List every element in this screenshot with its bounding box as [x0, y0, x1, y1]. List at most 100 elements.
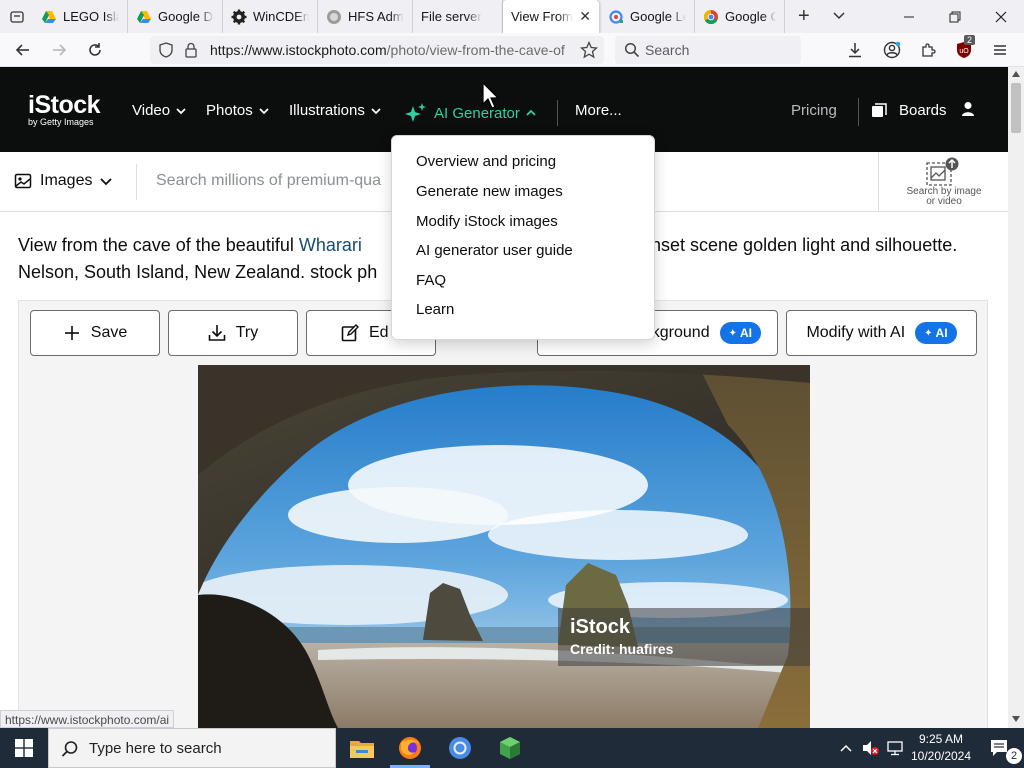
tab-label: LEGO Islan — [63, 9, 119, 24]
arrow-right-icon — [53, 44, 67, 56]
navigation-toolbar: https://www.istockphoto.com/photo/view-f… — [0, 33, 1024, 67]
chevron-down-icon — [371, 107, 381, 114]
close-tab-icon[interactable]: ✕ — [575, 8, 591, 25]
close-window-button[interactable] — [978, 0, 1024, 33]
restore-icon — [949, 11, 961, 22]
browser-tab[interactable]: LEGO Islan — [33, 0, 128, 33]
title-location-link[interactable]: Wharari — [299, 235, 362, 255]
address-bar[interactable]: https://www.istockphoto.com/photo/view-f… — [150, 36, 604, 64]
scroll-up-icon[interactable] — [1011, 70, 1021, 78]
download-icon — [849, 43, 861, 58]
chrome-taskbar-button[interactable] — [436, 728, 484, 768]
menu-item-learn[interactable]: Learn — [416, 301, 454, 318]
browser-tab[interactable]: Google Ch — [695, 0, 785, 33]
url-text: https://www.istockphoto.com/photo/view-f… — [210, 42, 570, 58]
browser-tab[interactable]: Google Le — [600, 0, 695, 33]
nav-illustrations[interactable]: Illustrations — [289, 102, 381, 119]
scrollbar-thumb[interactable] — [1011, 83, 1021, 133]
arrow-left-icon — [15, 44, 29, 56]
istock-logo[interactable]: iStock by Getty Images — [28, 91, 101, 127]
reload-icon — [89, 43, 101, 56]
firefox-taskbar-button[interactable] — [386, 728, 434, 768]
user-account-button[interactable] — [961, 101, 975, 122]
save-button[interactable]: Save — [30, 310, 160, 356]
3d-app-taskbar-button[interactable] — [486, 728, 534, 768]
show-hidden-icons-icon[interactable] — [840, 743, 852, 753]
new-tab-button[interactable]: + — [798, 6, 810, 26]
nav-video[interactable]: Video — [132, 102, 186, 119]
notifications-button[interactable]: 2 — [976, 728, 1024, 768]
modify-with-ai-button[interactable]: Modify with AI ✦ AI — [786, 310, 977, 356]
nav-divider — [557, 100, 558, 126]
taskbar-search-placeholder: Type here to search — [89, 740, 222, 757]
menu-button[interactable] — [987, 37, 1013, 63]
windows-logo-icon — [15, 739, 33, 757]
browser-tab[interactable]: Google Dr — [128, 0, 223, 33]
modify-label: Modify with AI — [806, 324, 906, 341]
search-by-image-line2: or video — [926, 196, 962, 207]
back-button[interactable] — [10, 37, 36, 63]
system-clock[interactable]: 9:25 AM 10/20/2024 — [910, 731, 972, 765]
list-all-tabs-button[interactable] — [832, 9, 846, 28]
nav-ai-generator[interactable]: AI Generator — [404, 102, 536, 124]
chrome-icon — [703, 9, 718, 24]
watermark-credit: iStock Credit: huafires — [558, 608, 810, 666]
hfs-icon — [327, 9, 341, 24]
account-button[interactable] — [879, 37, 905, 63]
media-type-select[interactable]: Images — [14, 172, 113, 190]
folder-icon — [350, 741, 374, 758]
clock-date: 10/20/2024 — [910, 749, 972, 763]
forward-button[interactable] — [46, 37, 72, 63]
chevron-down-icon — [176, 107, 186, 114]
browser-tab[interactable]: WinCDEm — [223, 0, 318, 33]
nav-photos[interactable]: Photos — [206, 102, 269, 119]
tab-label: View From — [511, 9, 573, 24]
start-button[interactable] — [0, 728, 48, 768]
chevron-up-icon — [526, 109, 536, 116]
firefox-icon — [399, 737, 421, 759]
logo-main-text: iStock — [28, 91, 101, 119]
tab-list-button[interactable] — [0, 0, 33, 33]
image-search-icon — [926, 157, 959, 186]
windows-taskbar: Type here to search 9:25 AM 10/20/2024 2 — [0, 728, 1024, 768]
menu-item-overview-pricing[interactable]: Overview and pricing — [416, 153, 556, 170]
volume-muted-icon[interactable] — [862, 740, 880, 756]
search-by-image-button[interactable]: Search by image or video — [878, 152, 1008, 212]
vertical-scrollbar[interactable] — [1008, 67, 1024, 728]
file-explorer-taskbar-button[interactable] — [338, 728, 386, 768]
browser-tab[interactable]: File server — [413, 0, 503, 33]
network-icon[interactable] — [886, 740, 904, 756]
minimize-button[interactable] — [886, 0, 932, 33]
nav-boards[interactable]: Boards — [871, 102, 947, 119]
extensions-button[interactable] — [915, 37, 941, 63]
taskbar-search-box[interactable]: Type here to search — [48, 728, 336, 768]
stock-photo[interactable] — [198, 365, 810, 728]
tab-strip: LEGO Islan Google Dr WinCDEm HFS Admin F… — [0, 0, 1024, 33]
background-label: kground — [651, 324, 710, 341]
boards-icon — [872, 102, 887, 117]
menu-item-generate-images[interactable]: Generate new images — [416, 183, 563, 200]
nav-more[interactable]: More... — [575, 102, 622, 119]
browser-tab-active[interactable]: View From ✕ — [503, 0, 600, 33]
menu-item-faq[interactable]: FAQ — [416, 272, 446, 289]
browser-search-field[interactable]: Search — [615, 36, 801, 64]
image-icon — [14, 173, 32, 189]
try-button[interactable]: Try — [168, 310, 298, 356]
try-label: Try — [235, 324, 259, 341]
reload-button[interactable] — [82, 37, 108, 63]
nav-pricing[interactable]: Pricing — [791, 102, 837, 119]
ublock-extension-button[interactable]: uO 2 — [951, 35, 977, 63]
lock-icon — [185, 42, 197, 58]
downloads-button[interactable] — [842, 37, 868, 63]
nav-more-label: More... — [575, 102, 622, 119]
nav-ai-generator-label: AI Generator — [434, 104, 520, 122]
browser-tab[interactable]: HFS Admin — [318, 0, 413, 33]
menu-item-user-guide[interactable]: AI generator user guide — [416, 242, 573, 259]
account-icon — [883, 41, 901, 59]
tab-label: File server — [421, 9, 482, 24]
menu-item-modify-images[interactable]: Modify iStock images — [416, 213, 558, 230]
star-icon[interactable] — [580, 41, 598, 59]
site-search-input[interactable]: Search millions of premium-qua — [156, 172, 381, 190]
scroll-down-icon[interactable] — [1011, 715, 1021, 723]
restore-button[interactable] — [932, 0, 978, 33]
